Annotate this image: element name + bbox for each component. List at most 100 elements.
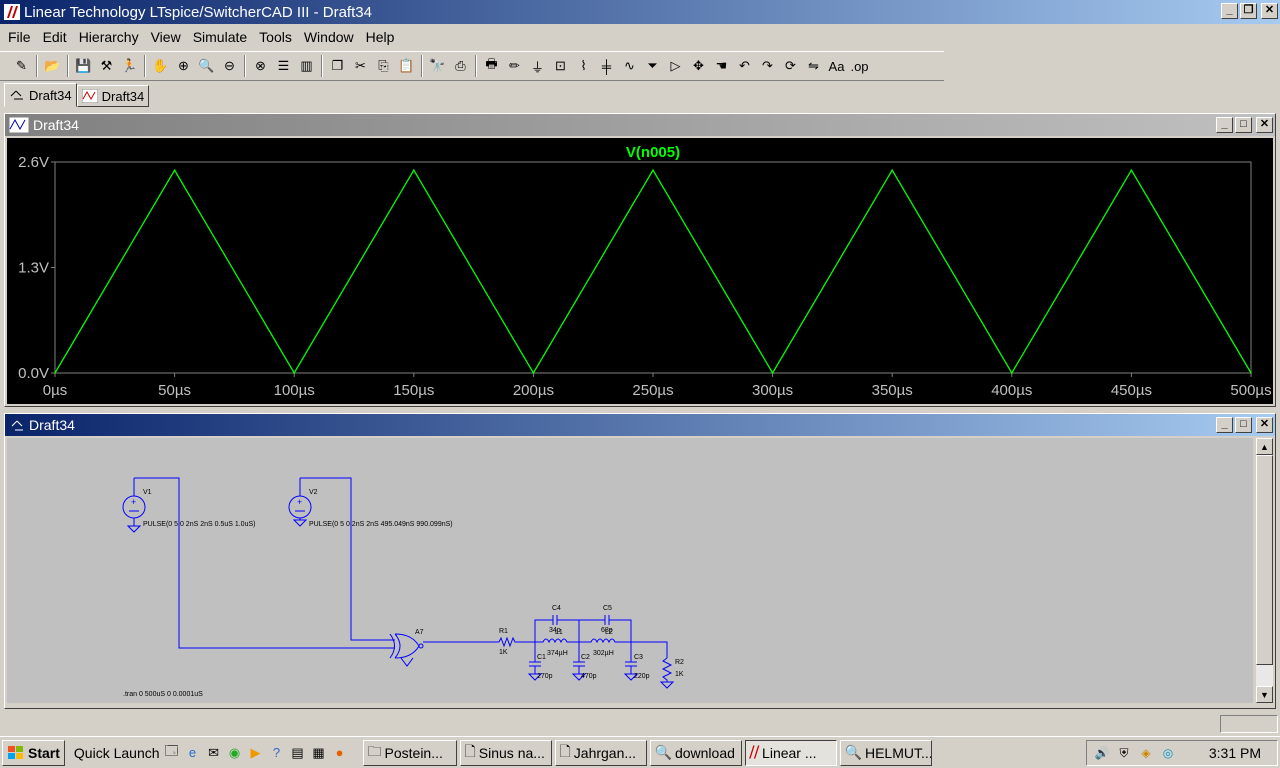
tab-schematic[interactable]: Draft34 <box>4 83 77 107</box>
menu-help[interactable]: Help <box>360 29 401 45</box>
component-icon[interactable]: ▷ <box>664 55 687 78</box>
minimize-button[interactable]: _ <box>1216 417 1233 433</box>
zoom-fit-icon[interactable]: ⊗ <box>249 55 272 78</box>
zoom-out-icon[interactable]: ⊖ <box>218 55 241 78</box>
menu-file[interactable]: File <box>2 29 37 45</box>
media-icon[interactable]: ◉ <box>226 744 244 762</box>
close-button[interactable]: ✕ <box>1261 3 1278 19</box>
cut-icon[interactable]: ✂ <box>349 55 372 78</box>
restore-button[interactable]: ❐ <box>1240 3 1257 19</box>
app-icon[interactable]: ▦ <box>310 744 328 762</box>
clock[interactable]: 3:31 PM <box>1209 745 1261 761</box>
menu-hierarchy[interactable]: Hierarchy <box>73 29 145 45</box>
volume-icon[interactable]: 🔊 <box>1093 744 1111 762</box>
minimize-button[interactable]: _ <box>1216 117 1233 133</box>
wire[interactable] <box>134 477 395 649</box>
xor-gate-a7[interactable] <box>389 633 424 667</box>
ltspice-icon: ⧸⧸ <box>749 744 760 760</box>
taskbar-button-ltspice[interactable]: ⧸⧸ Linear ... <box>744 739 837 766</box>
player-icon[interactable]: ▶ <box>247 744 265 762</box>
schematic-window-title-bar: Draft34 <box>5 414 1275 436</box>
help-icon[interactable]: ? <box>268 744 286 762</box>
tab-waveform[interactable]: Draft34 <box>76 85 150 107</box>
menu-view[interactable]: View <box>145 29 187 45</box>
voltage-source-v1[interactable]: + <box>122 478 146 533</box>
halt-icon[interactable]: ✋ <box>149 55 172 78</box>
rotate-icon[interactable]: ⟳ <box>779 55 802 78</box>
trace-label[interactable]: V(n005) <box>626 144 680 161</box>
resistor-r2[interactable] <box>661 657 673 682</box>
control-panel-icon[interactable]: ⚒ <box>95 55 118 78</box>
cascade-icon[interactable]: ❐ <box>326 55 349 78</box>
waveform-plot[interactable]: 0µs 50µs 100µs 150µs 200µs 250µs 300µs 350µs 400… <box>7 138 1273 404</box>
plot-pane[interactable]: 0µs 50µs 100µs 150µs 200µs 250µs 300µs 350µs 400… <box>7 138 1273 404</box>
window-icon[interactable]: ▤ <box>289 744 307 762</box>
firefox-icon[interactable]: ● <box>331 744 349 762</box>
tile-horizontal-icon[interactable]: ☰ <box>272 55 295 78</box>
save-icon[interactable]: 💾 <box>72 55 95 78</box>
menu-edit[interactable]: Edit <box>37 29 73 45</box>
minimize-button[interactable]: _ <box>1221 3 1238 19</box>
menu-simulate[interactable]: Simulate <box>187 29 253 45</box>
tile-vertical-icon[interactable]: ▥ <box>295 55 318 78</box>
zoom-pan-icon[interactable]: 🔍 <box>195 55 218 78</box>
scroll-up-button[interactable]: ▲ <box>1256 438 1273 455</box>
scroll-down-button[interactable]: ▼ <box>1256 686 1273 703</box>
vertical-scrollbar[interactable]: ▲ ▼ <box>1256 438 1273 703</box>
wire-icon[interactable]: ✏ <box>503 55 526 78</box>
browser-icon[interactable]: e <box>184 744 202 762</box>
voltage-source-v2[interactable]: + <box>288 478 312 527</box>
new-schematic-icon[interactable]: ✎ <box>10 55 33 78</box>
ground-icon[interactable]: ⏚ <box>526 55 549 78</box>
taskbar-button-helmut[interactable]: 🔍 HELMUT... <box>839 739 932 766</box>
text-icon[interactable]: Aa <box>825 55 848 78</box>
toolbar-separator <box>321 55 323 77</box>
start-button[interactable]: Start <box>2 739 65 766</box>
spice-directive-icon[interactable]: .op <box>848 55 871 78</box>
shield-icon[interactable]: ⛨ <box>1115 744 1133 762</box>
drag-icon[interactable]: ☚ <box>710 55 733 78</box>
close-button[interactable]: ✕ <box>1256 417 1273 433</box>
schematic-canvas[interactable]: + + V1 PULSE(0 5 0 2nS 2nS 0.5uS 1.0uS) … <box>7 438 1253 703</box>
inductor-l2[interactable] <box>579 638 631 644</box>
spice-directive[interactable]: .tran 0 500uS 0 0.0001uS <box>123 691 203 698</box>
taskbar-button-sinus[interactable]: 🗋 Sinus na... <box>459 739 552 766</box>
diode-icon[interactable]: ⏷ <box>641 55 664 78</box>
run-icon[interactable]: 🏃 <box>118 55 141 78</box>
mirror-icon[interactable]: ⇋ <box>802 55 825 78</box>
taskbar-button-download[interactable]: 🔍 download <box>649 739 742 766</box>
print-preview-icon[interactable]: ⎙ <box>449 55 472 78</box>
network-icon[interactable]: ◈ <box>1137 744 1155 762</box>
resistor-icon[interactable]: ⌇ <box>572 55 595 78</box>
data-point <box>413 169 415 171</box>
close-button[interactable]: ✕ <box>1256 117 1273 133</box>
resistor-r1[interactable] <box>498 636 533 648</box>
menu-tools[interactable]: Tools <box>253 29 298 45</box>
redo-icon[interactable]: ↷ <box>756 55 779 78</box>
taskbar-button-jahrgang[interactable]: 🗋 Jahrgan... <box>554 739 647 766</box>
wire[interactable] <box>300 477 395 641</box>
inductor-l1[interactable] <box>535 638 579 644</box>
mail-icon[interactable]: ✉ <box>205 744 223 762</box>
taskbar-button-postein[interactable]: 🗀 Postein... <box>362 739 457 766</box>
inductor-icon[interactable]: ∿ <box>618 55 641 78</box>
scroll-thumb[interactable] <box>1256 455 1273 665</box>
undo-icon[interactable]: ↶ <box>733 55 756 78</box>
find-icon[interactable]: 🔭 <box>426 55 449 78</box>
copy-icon[interactable]: ⎘ <box>372 55 395 78</box>
sync-icon[interactable]: ◎ <box>1159 744 1177 762</box>
maximize-button[interactable]: □ <box>1235 117 1252 133</box>
y-tick-label: 0.0V <box>18 365 49 382</box>
maximize-button[interactable]: □ <box>1235 417 1252 433</box>
open-icon[interactable]: 📂 <box>41 55 64 78</box>
print-icon[interactable]: 🖶 <box>480 55 503 78</box>
document-icon: 🗋 <box>464 742 476 759</box>
schematic-drawing[interactable]: + + V1 PULSE(0 5 0 2nS 2nS 0.5uS 1.0uS) … <box>7 438 1253 703</box>
paste-icon[interactable]: 📋 <box>395 55 418 78</box>
zoom-in-icon[interactable]: ⊕ <box>172 55 195 78</box>
capacitor-icon[interactable]: ╪ <box>595 55 618 78</box>
label-icon[interactable]: ⊡ <box>549 55 572 78</box>
move-icon[interactable]: ✥ <box>687 55 710 78</box>
menu-window[interactable]: Window <box>298 29 360 45</box>
desktop-icon[interactable]: 🗔 <box>163 743 181 762</box>
